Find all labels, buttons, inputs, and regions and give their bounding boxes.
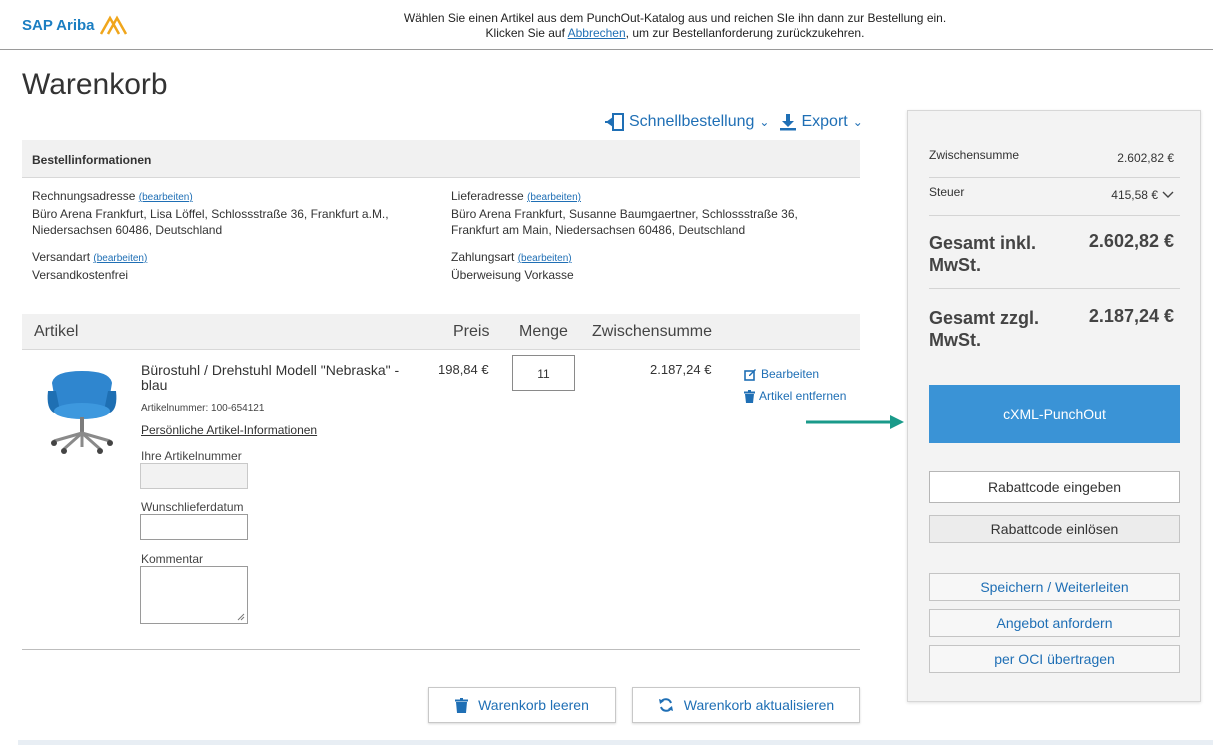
- trash-icon: [455, 697, 469, 713]
- enter-coupon-button[interactable]: Rabattcode eingeben: [929, 471, 1180, 503]
- chevron-down-icon: [1162, 191, 1174, 198]
- export-button[interactable]: Export ⌄: [779, 113, 863, 131]
- order-info-heading: Bestellinformationen: [22, 140, 860, 178]
- billing-address: Rechnungsadresse (bearbeiten) Büro Arena…: [32, 189, 389, 237]
- logo-text: SAP Ariba: [22, 16, 95, 34]
- sap-ariba-logo: SAP Ariba: [22, 14, 133, 36]
- chevron-down-icon: ⌄: [852, 115, 863, 129]
- payment-method: Zahlungsart (bearbeiten) Überweisung Vor…: [451, 250, 574, 282]
- total-incl-tax-value: 2.602,82 €: [1088, 231, 1174, 251]
- tax-toggle[interactable]: 415,58 €: [1050, 188, 1174, 202]
- edit-shipping-link[interactable]: (bearbeiten): [93, 253, 147, 264]
- quick-order-button[interactable]: Schnellbestellung ⌄: [605, 112, 769, 132]
- article-number: Artikelnummer: 100-654121: [141, 403, 265, 414]
- punchout-notice: Wählen Sie einen Artikel aus dem PunchOu…: [250, 11, 1100, 41]
- cart-tools: Schnellbestellung ⌄ Export ⌄: [605, 112, 863, 132]
- cxml-punchout-button[interactable]: cXML-PunchOut: [929, 385, 1180, 443]
- article-table-header: Artikel Preis Menge Zwischensumme: [22, 314, 860, 350]
- resize-handle-icon: [237, 613, 245, 621]
- pointer-arrow-icon: [806, 415, 904, 429]
- item-actions: Bearbeiten Artikel entfernen: [744, 363, 846, 407]
- trash-icon: [744, 389, 755, 403]
- notice-line-1: Wählen Sie einen Artikel aus dem PunchOu…: [403, 11, 947, 25]
- delivery-address: Lieferadresse (bearbeiten) Büro Arena Fr…: [451, 189, 798, 237]
- notice-line-2: Klicken Sie auf Abbrechen, um zur Bestel…: [485, 26, 865, 40]
- column-price: Preis: [453, 323, 490, 340]
- chevron-down-icon: ⌄: [759, 115, 770, 129]
- column-article: Artikel: [34, 323, 79, 340]
- subtotal-value: 2.602,82 €: [1117, 151, 1174, 165]
- oci-transfer-button[interactable]: per OCI übertragen: [929, 645, 1180, 673]
- divider: [929, 288, 1180, 289]
- delivery-date-input[interactable]: [140, 514, 248, 540]
- remove-item-button[interactable]: Artikel entfernen: [744, 385, 846, 407]
- request-quote-button[interactable]: Angebot anfordern: [929, 609, 1180, 637]
- footer-strip: [18, 740, 1213, 745]
- comment-textarea[interactable]: [140, 566, 248, 624]
- edit-delivery-link[interactable]: (bearbeiten): [527, 192, 581, 203]
- total-excl-tax-value: 2.187,24 €: [1088, 306, 1174, 326]
- your-article-number-label: Ihre Artikelnummer: [141, 449, 242, 463]
- delivery-date-label: Wunschlieferdatum: [141, 500, 244, 514]
- edit-payment-link[interactable]: (bearbeiten): [518, 253, 572, 264]
- item-price: 198,84 €: [438, 362, 489, 377]
- save-forward-button[interactable]: Speichern / Weiterleiten: [929, 573, 1180, 601]
- refresh-icon: [658, 698, 673, 712]
- update-cart-button[interactable]: Warenkorb aktualisieren: [632, 687, 860, 723]
- tax-value: 415,58 €: [1111, 188, 1158, 202]
- column-quantity: Menge: [519, 323, 568, 340]
- comment-label: Kommentar: [141, 552, 204, 566]
- divider: [929, 215, 1180, 216]
- subtotal-label: Zwischensumme: [929, 148, 1020, 162]
- ariba-chevron-logo-icon: [99, 15, 127, 35]
- download-icon: [780, 114, 797, 131]
- tax-label: Steuer: [929, 185, 965, 199]
- your-article-number-input: [140, 463, 248, 489]
- product-title: Bürostuhl / Drehstuhl Modell "Nebraska" …: [141, 362, 400, 393]
- office-chair-image: [34, 361, 130, 457]
- empty-cart-button[interactable]: Warenkorb leeren: [428, 687, 616, 723]
- cancel-link[interactable]: Abbrechen: [568, 26, 626, 40]
- edit-item-button[interactable]: Bearbeiten: [744, 363, 846, 385]
- divider: [929, 177, 1180, 178]
- total-incl-tax-label: Gesamt inkl. MwSt.: [929, 233, 1037, 275]
- quick-order-icon: [605, 113, 624, 131]
- item-subtotal: 2.187,24 €: [650, 362, 712, 377]
- edit-billing-link[interactable]: (bearbeiten): [139, 192, 193, 203]
- column-subtotal: Zwischensumme: [592, 323, 713, 340]
- quantity-input[interactable]: 11: [512, 355, 575, 391]
- edit-icon: [744, 368, 756, 381]
- personal-article-info-link[interactable]: Persönliche Artikel-Informationen: [141, 423, 317, 437]
- total-excl-tax-label: Gesamt zzgl. MwSt.: [929, 308, 1040, 350]
- redeem-coupon-button[interactable]: Rabattcode einlösen: [929, 515, 1180, 543]
- page-title: Warenkorb: [22, 68, 168, 101]
- shipping-method: Versandart (bearbeiten) Versandkostenfre…: [32, 250, 148, 282]
